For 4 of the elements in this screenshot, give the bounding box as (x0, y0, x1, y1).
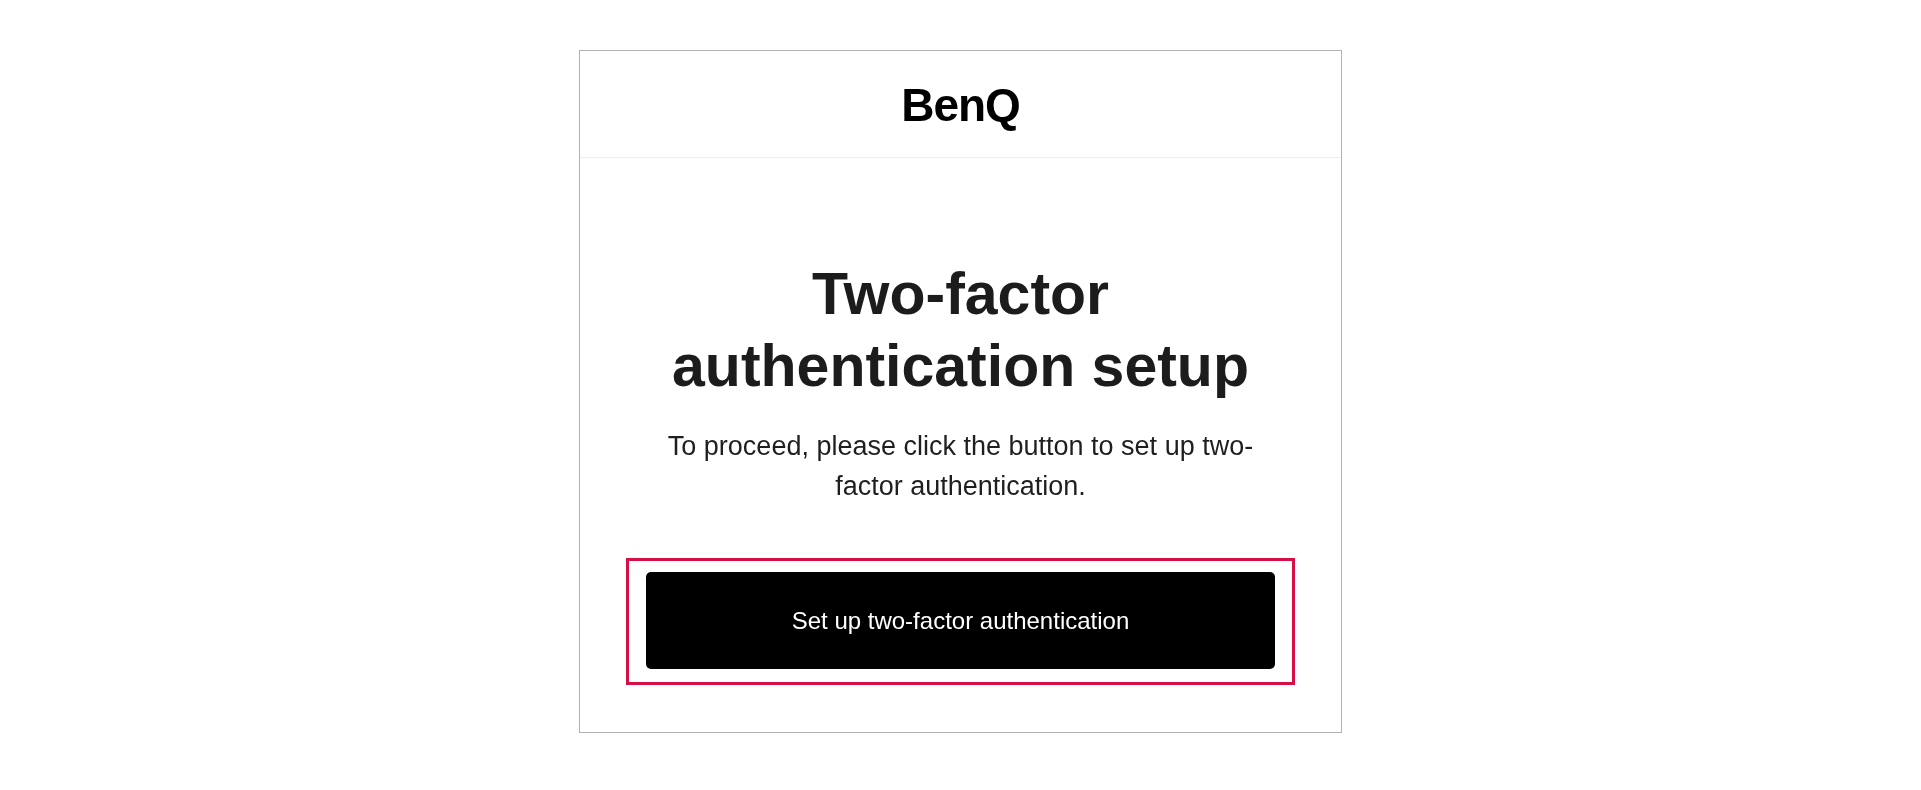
description-text: To proceed, please click the button to set up two-factor authentication. (666, 430, 1255, 503)
brand-logo: BenQ (901, 78, 1020, 132)
page-title: Two-factor authentication setup (671, 260, 1250, 401)
setup-2fa-button[interactable]: Set up two-factor authentication (646, 572, 1275, 669)
